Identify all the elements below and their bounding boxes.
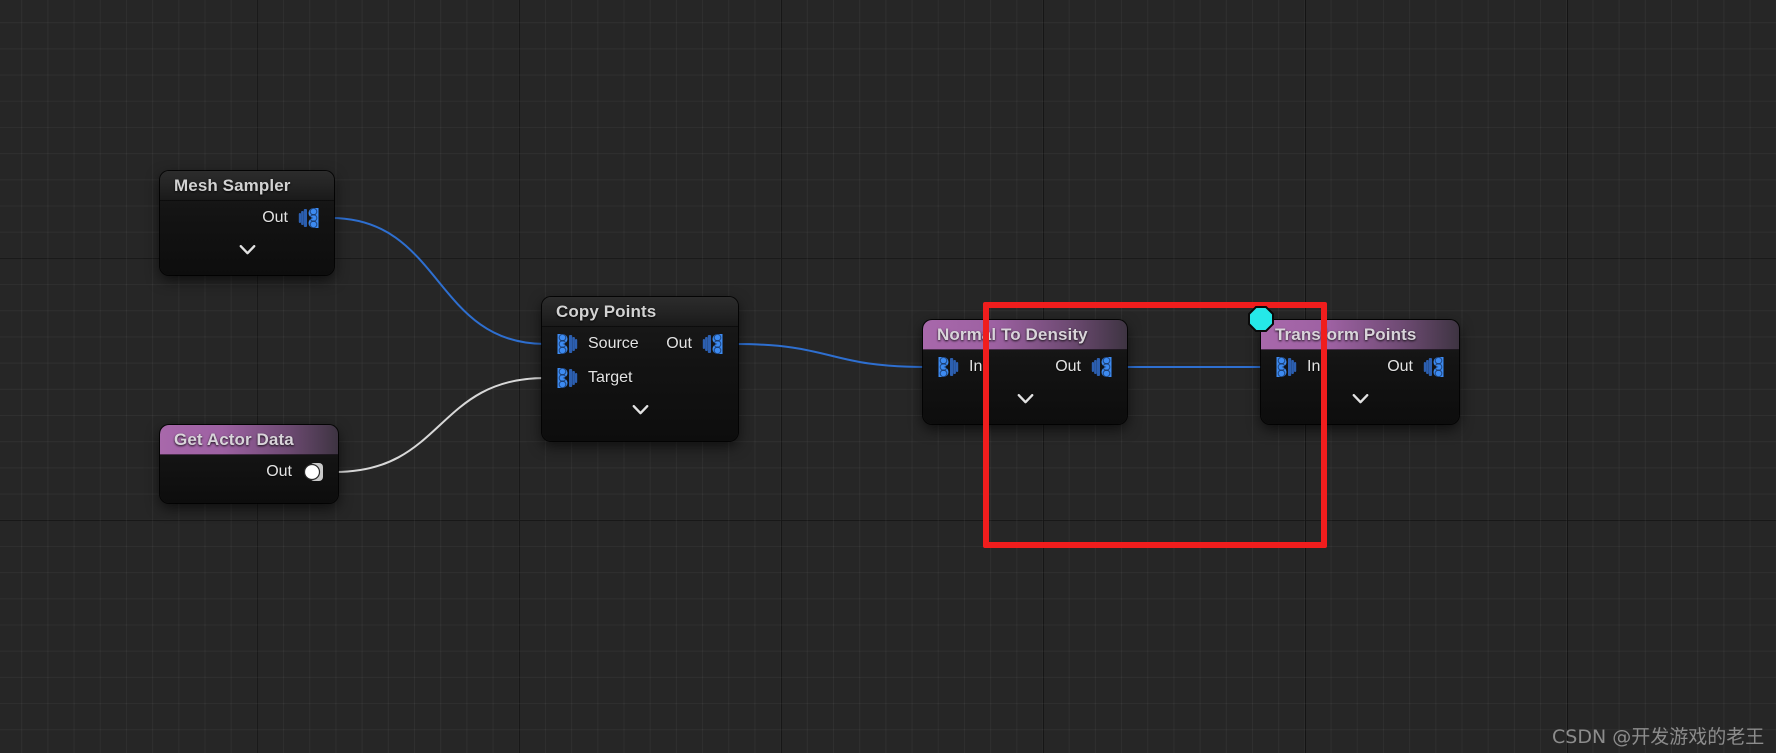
output-pin-out[interactable]: Out (1387, 354, 1459, 380)
pin-row: Out (160, 201, 334, 235)
pin-row: In Out (1261, 350, 1459, 384)
chevron-down-icon[interactable] (1017, 394, 1034, 404)
output-pin-out[interactable]: Out (1055, 354, 1127, 380)
pin-label: In (969, 358, 983, 375)
output-pin-out[interactable]: Out (262, 205, 334, 231)
node-body-normal-to-density: In Out (923, 350, 1127, 414)
node-title-normal-to-density[interactable]: Normal To Density (923, 320, 1127, 350)
output-pin-out[interactable]: Out (666, 331, 738, 357)
pin-row: Out (160, 455, 338, 489)
input-pin-source[interactable]: Source (542, 331, 639, 357)
pin-label: Source (588, 335, 639, 352)
node-body-get-actor-data: Out (160, 455, 338, 501)
connection-wire-layer (330, 217, 1264, 473)
expand-toggle-copy-points[interactable] (542, 395, 738, 425)
point-data-pin-icon[interactable] (702, 331, 728, 357)
point-data-pin-icon[interactable] (298, 205, 324, 231)
node-copy-points[interactable]: Copy Points Source Out Target (542, 297, 738, 441)
chevron-down-icon[interactable] (239, 245, 256, 255)
pin-label: Out (1055, 358, 1081, 375)
csdn-watermark: CSDN @开发游戏的老王 (1552, 726, 1765, 748)
point-data-pin-icon[interactable] (1423, 354, 1449, 380)
node-get-actor-data[interactable]: Get Actor Data Out (160, 425, 338, 503)
pcg-graph-canvas[interactable]: Mesh Sampler Out Get Actor Data Out Copy Poi… (0, 0, 1776, 753)
point-data-pin-icon[interactable] (933, 354, 959, 380)
node-body-copy-points: Source Out Target (542, 327, 738, 425)
wire-copy-to-normal-in[interactable] (734, 343, 927, 368)
node-body-transform-points: In Out (1261, 350, 1459, 414)
cyan-debug-dot[interactable] (1248, 306, 1274, 332)
node-body-mesh-sampler: Out (160, 201, 334, 265)
chevron-down-icon[interactable] (632, 405, 649, 415)
node-title-mesh-sampler[interactable]: Mesh Sampler (160, 171, 334, 201)
node-title-get-actor-data[interactable]: Get Actor Data (160, 425, 338, 455)
node-normal-to-density[interactable]: Normal To Density In Out (923, 320, 1127, 424)
pin-label: Target (588, 369, 633, 386)
node-title-copy-points[interactable]: Copy Points (542, 297, 738, 327)
chevron-down-icon[interactable] (1352, 394, 1369, 404)
input-pin-target[interactable]: Target (542, 365, 632, 391)
pin-row: In Out (923, 350, 1127, 384)
output-pin-out[interactable]: Out (266, 459, 338, 485)
point-data-pin-icon[interactable] (552, 365, 578, 391)
node-transform-points[interactable]: Transform Points In Out (1261, 320, 1459, 424)
pin-row: Source Out (542, 327, 738, 361)
pin-label: In (1307, 358, 1321, 375)
point-data-pin-icon[interactable] (1271, 354, 1297, 380)
pin-row: Target (542, 361, 738, 395)
wire-mesh-to-copy-source[interactable] (330, 217, 546, 345)
wire-actor-to-copy-target[interactable] (334, 377, 546, 473)
node-title-transform-points[interactable]: Transform Points (1261, 320, 1459, 350)
expand-toggle-mesh-sampler[interactable] (160, 235, 334, 265)
pin-label: Out (262, 209, 288, 226)
node-mesh-sampler[interactable]: Mesh Sampler Out (160, 171, 334, 275)
expand-toggle-transform-points[interactable] (1261, 384, 1459, 414)
pin-label: Out (666, 335, 692, 352)
input-pin-in[interactable]: In (923, 354, 982, 380)
node-bottom-spacer (160, 489, 338, 501)
expand-toggle-normal-to-density[interactable] (923, 384, 1127, 414)
point-data-pin-icon[interactable] (552, 331, 578, 357)
point-data-pin-icon[interactable] (1091, 354, 1117, 380)
param-pin-icon[interactable] (302, 459, 328, 485)
pin-label: Out (1387, 358, 1413, 375)
pin-label: Out (266, 463, 292, 480)
input-pin-in[interactable]: In (1261, 354, 1320, 380)
